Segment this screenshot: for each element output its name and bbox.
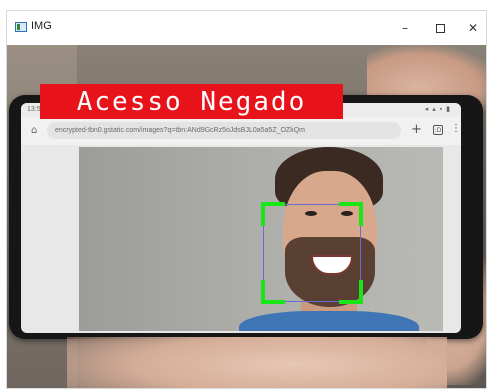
maximize-button[interactable] <box>423 11 457 45</box>
hand-bottom <box>67 337 447 388</box>
access-denied-label: Acesso Negado <box>40 84 343 119</box>
maximize-icon <box>435 23 445 33</box>
app-icon <box>15 22 27 32</box>
browser-url-bar: ⌂ encrypted-tbn0.gstatic.com/images?q=tb… <box>21 117 461 145</box>
detection-corner-bottom-right <box>339 280 363 304</box>
detection-corner-top-right <box>339 202 363 226</box>
person-shirt <box>239 311 419 331</box>
url-field[interactable]: encrypted-tbn0.gstatic.com/images?q=tbn:… <box>47 122 401 139</box>
status-icons: ◂ ▴ ▪ ▮ <box>424 106 451 113</box>
close-button[interactable]: ✕ <box>456 11 490 45</box>
plus-icon[interactable]: + <box>411 122 422 137</box>
phone-screen: 13:57 ◂ ▴ ▪ ▮ ⌂ encrypted-tbn0.gstatic.c… <box>21 103 461 333</box>
detection-corner-top-left <box>261 202 285 226</box>
title-bar[interactable]: IMG – ✕ <box>7 11 486 45</box>
camera-feed: 13:57 ◂ ▴ ▪ ▮ ⌂ encrypted-tbn0.gstatic.c… <box>7 45 486 388</box>
home-icon[interactable]: ⌂ <box>31 125 37 136</box>
phone: 13:57 ◂ ▴ ▪ ▮ ⌂ encrypted-tbn0.gstatic.c… <box>9 95 483 339</box>
face-detection-box <box>261 202 363 304</box>
detection-corner-bottom-left <box>261 280 285 304</box>
minimize-button[interactable]: – <box>388 11 422 45</box>
tabs-icon[interactable]: :D <box>433 125 443 135</box>
more-vert-icon[interactable]: ⋮ <box>451 123 461 134</box>
window-title: IMG <box>31 20 52 32</box>
app-window: IMG – ✕ 13:57 ◂ ▴ ▪ ▮ ⌂ encrypted-tbn0.g… <box>6 10 487 389</box>
